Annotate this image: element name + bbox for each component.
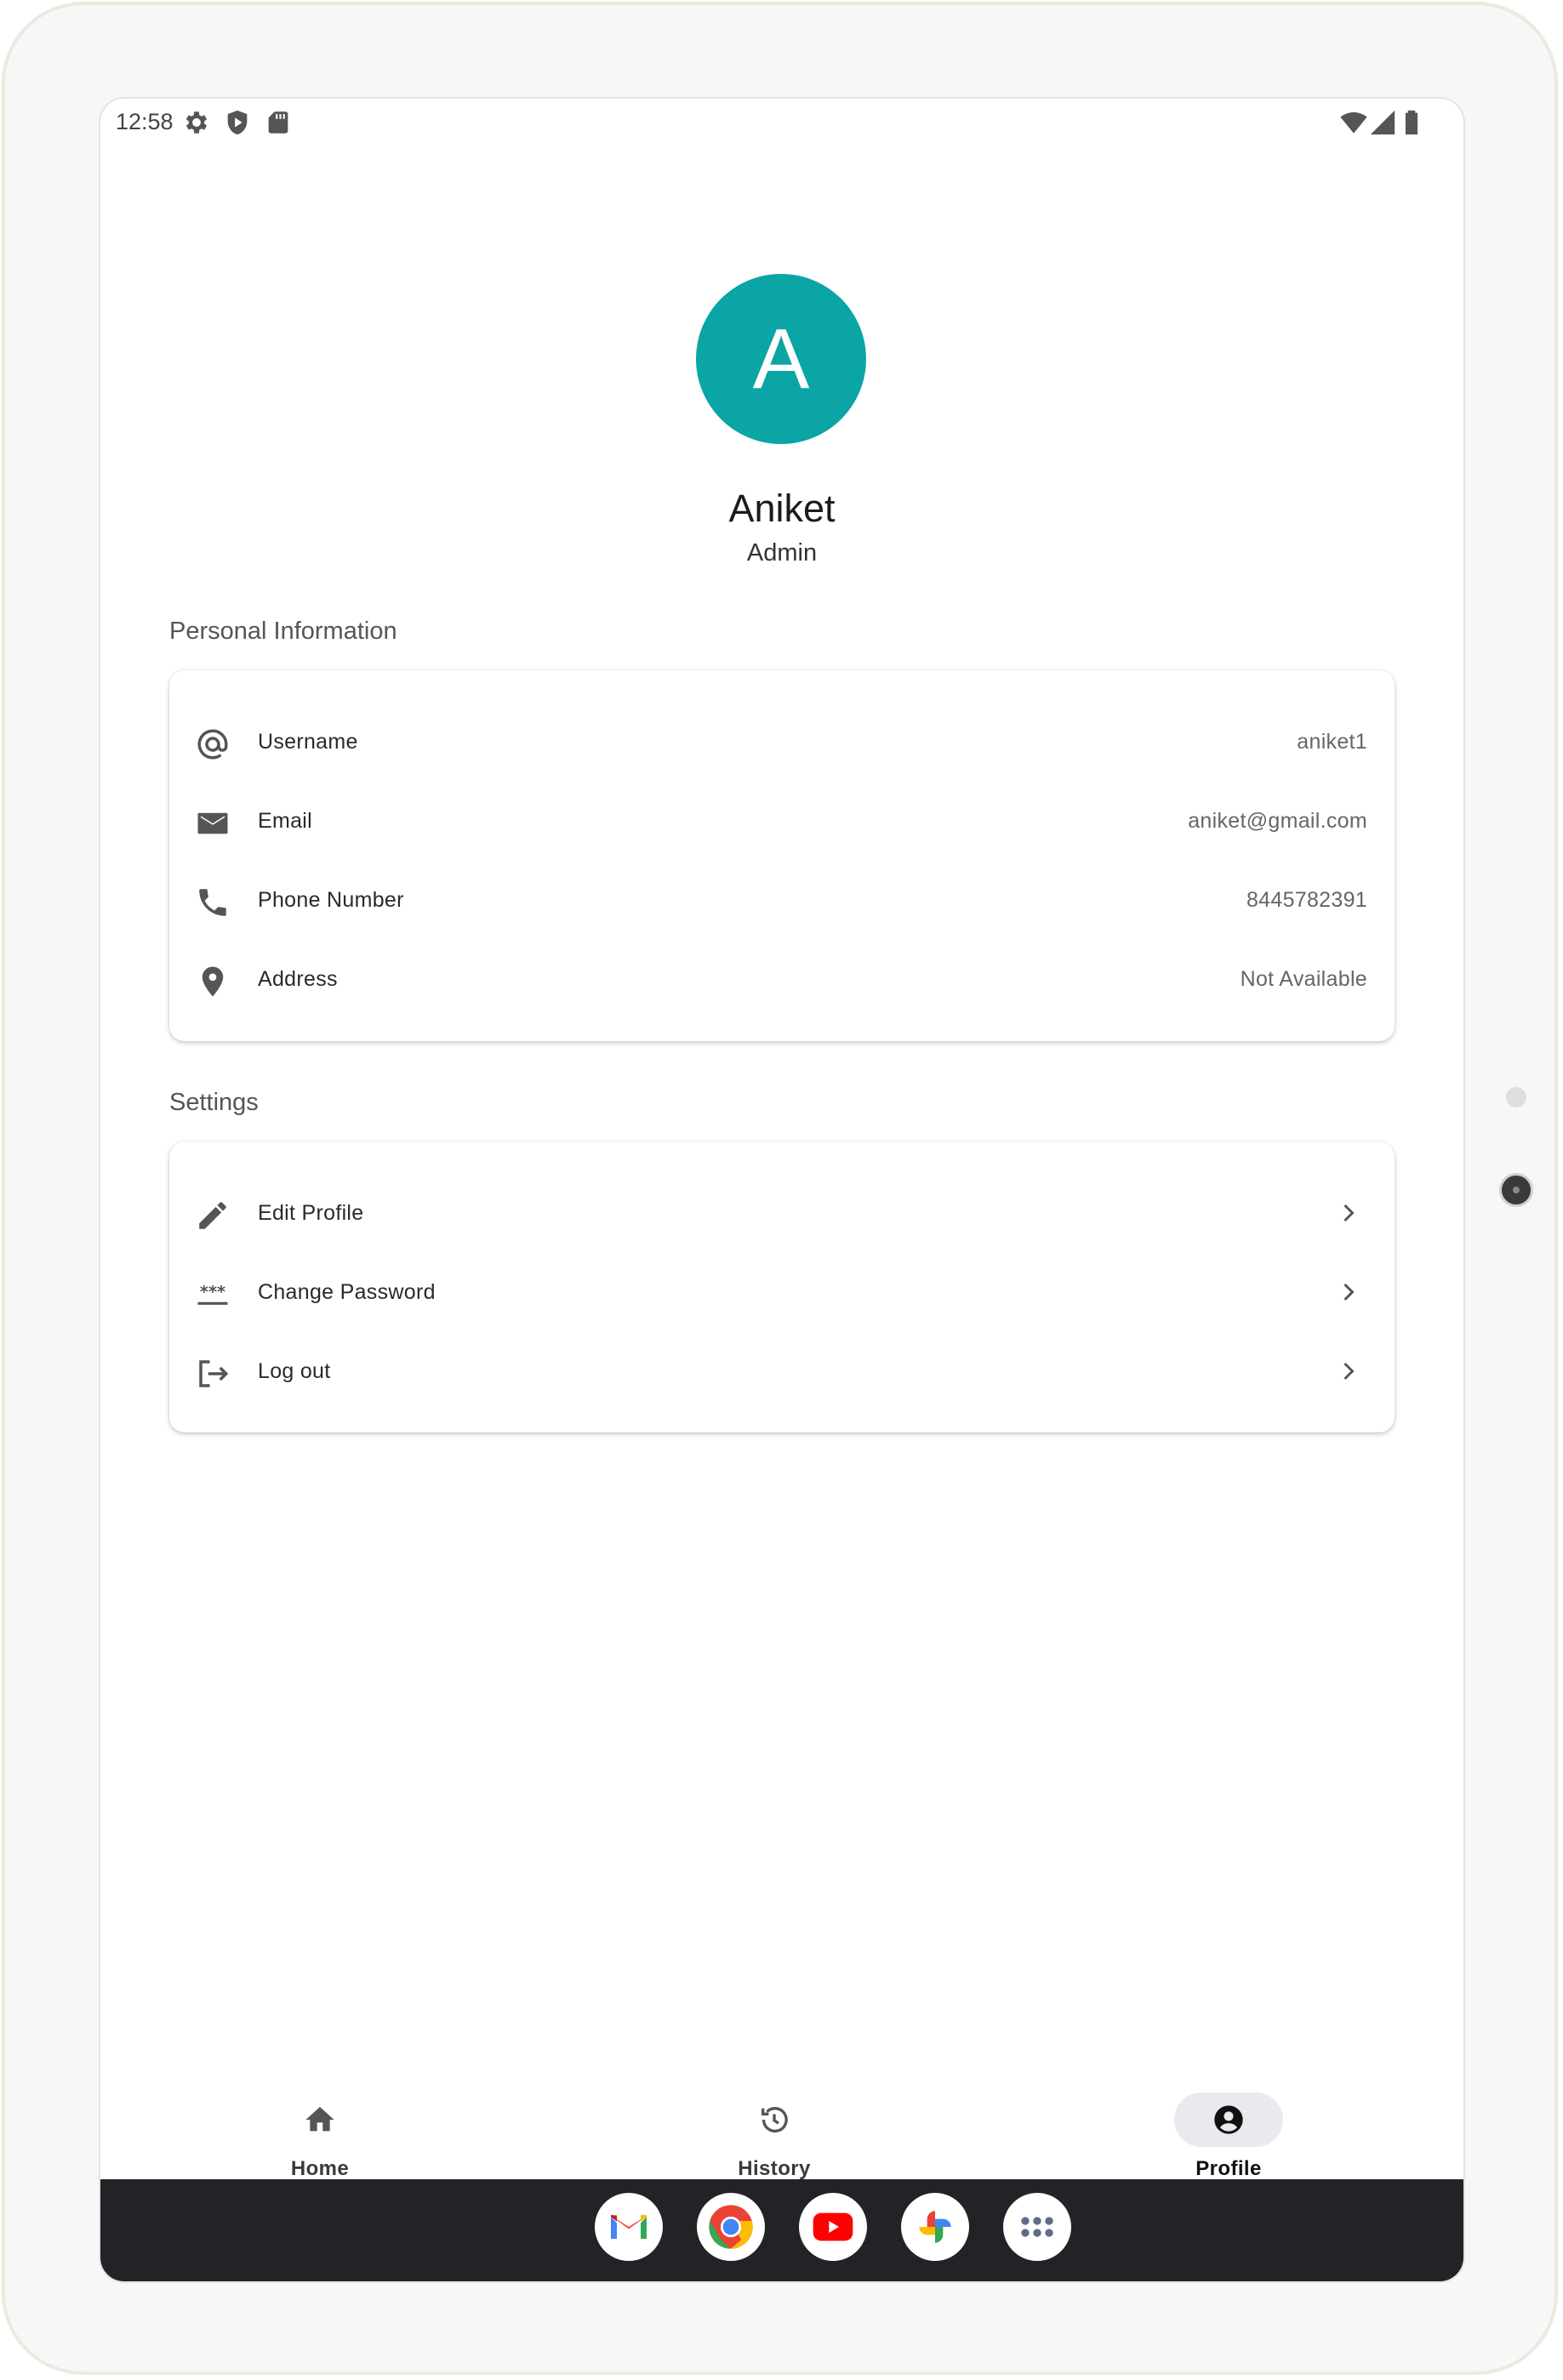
settings-row-logout[interactable]: Log out [169,1334,1395,1413]
settings-label: Log out [258,1359,331,1383]
logout-icon [195,1356,231,1392]
info-label: Email [258,809,313,833]
photos-icon[interactable] [901,2193,969,2261]
gmail-icon[interactable] [595,2193,663,2261]
settings-label: Change Password [258,1280,436,1304]
info-row-username: Username aniket1 [169,704,1395,783]
youtube-icon[interactable] [799,2193,867,2261]
ambient-light-sensor [1506,1087,1526,1107]
nav-label: Home [290,2157,350,2180]
profile-name: Aniket [728,487,836,530]
settings-row-edit-profile[interactable]: Edit Profile [169,1176,1395,1255]
battery-icon [1397,108,1426,137]
settings-icon [182,108,211,137]
avatar: A [696,274,866,444]
personal-info-title: Personal Information [169,618,397,645]
info-row-phone: Phone Number 8445782391 [169,863,1395,942]
status-time: 12:58 [116,109,174,134]
password-icon: *** [195,1277,231,1312]
nav-label: History [738,2157,811,2180]
home-icon [303,2103,337,2137]
status-bar: 12:58 [100,99,1463,150]
chevron-right-icon [1333,1356,1364,1386]
account-circle-icon [1212,2103,1246,2137]
email-icon [195,806,231,841]
info-label: Username [258,730,358,754]
info-value: Not Available [1240,967,1367,991]
chrome-icon[interactable] [697,2193,765,2261]
personal-info-card: Username aniket1 Email aniket@gmail.com … [169,670,1395,1041]
avatar-letter: A [752,310,810,407]
history-icon [757,2103,791,2137]
settings-label: Edit Profile [258,1201,364,1225]
taskbar [100,2179,1463,2281]
info-value: aniket1 [1297,730,1367,754]
chevron-right-icon [1333,1277,1364,1307]
screen: 12:58 A Aniket Admin Personal Informatio… [100,99,1463,2281]
info-label: Address [258,967,338,991]
settings-title: Settings [169,1089,259,1116]
pencil-icon [195,1198,231,1233]
info-label: Phone Number [258,888,404,912]
front-camera [1502,1176,1531,1204]
at-sign-icon [195,726,231,762]
settings-row-change-password[interactable]: *** Change Password [169,1255,1395,1334]
sd-card-icon [264,108,293,137]
info-row-address: Address Not Available [169,942,1395,1021]
shield-icon [223,108,252,137]
phone-icon [195,885,231,920]
app-drawer-icon[interactable] [1003,2193,1071,2261]
chevron-right-icon [1333,1198,1364,1228]
nav-label: Profile [1195,2157,1262,2180]
info-row-email: Email aniket@gmail.com [169,783,1395,863]
info-value: 8445782391 [1246,888,1367,912]
svg-text:***: *** [200,1283,225,1302]
settings-card: Edit Profile *** Change Password Log out [169,1142,1395,1432]
location-pin-icon [195,964,231,999]
profile-role: Admin [746,539,818,567]
wifi-icon [1339,108,1368,137]
info-value: aniket@gmail.com [1188,809,1367,833]
cell-signal-icon [1368,108,1397,137]
